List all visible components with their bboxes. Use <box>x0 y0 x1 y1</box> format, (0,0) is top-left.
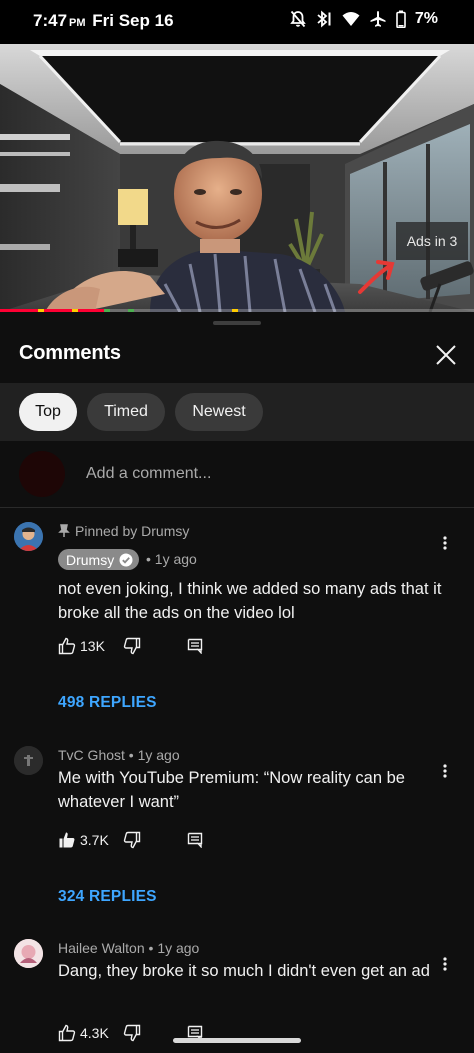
gesture-nav-bar[interactable] <box>173 1038 301 1043</box>
panel-title: Comments <box>19 342 121 364</box>
comment-item: TvC Ghost • 1y ago Me with YouTube Premi… <box>0 742 474 912</box>
status-time: 7:47 <box>33 11 68 30</box>
reply-comment-icon <box>187 832 203 848</box>
video-frame <box>0 44 474 312</box>
video-player[interactable]: Ads in 3 <box>0 44 474 312</box>
battery-icon <box>396 10 406 28</box>
status-clock: 7:47 PM Fri Sep 16 <box>33 11 174 31</box>
thumbs-up-icon <box>58 1024 76 1042</box>
comments-panel: Comments Top Timed Newest Add a comment.… <box>0 312 474 1053</box>
comment-item: Hailee Walton • 1y ago Dang, they broke … <box>0 935 474 1053</box>
avatar[interactable] <box>14 746 43 775</box>
like-button[interactable]: 3.7K <box>58 831 109 849</box>
reply-button[interactable] <box>187 832 203 848</box>
status-icons: 7% <box>290 10 438 28</box>
add-comment-row[interactable]: Add a comment... <box>0 441 474 508</box>
author-chip[interactable]: Drumsy <box>58 549 140 570</box>
battery-percent: 7% <box>414 10 438 27</box>
dislike-button[interactable] <box>123 1024 141 1042</box>
thumbs-up-icon <box>58 637 76 655</box>
like-count: 4.3K <box>80 1025 109 1041</box>
reply-button[interactable] <box>187 638 203 654</box>
avatar-drumsy-image <box>14 522 43 551</box>
thumbs-up-filled-icon <box>59 832 75 848</box>
close-button[interactable] <box>431 340 461 370</box>
avatar <box>19 451 65 497</box>
thumbs-down-icon <box>123 1024 141 1042</box>
status-ampm: PM <box>69 17 86 29</box>
like-button[interactable]: 4.3K <box>58 1024 109 1042</box>
like-count: 3.7K <box>80 832 109 848</box>
pin-icon <box>58 524 70 537</box>
add-comment-input[interactable]: Add a comment... <box>86 465 211 483</box>
comment-text: Dang, they broke it so much I didn't eve… <box>58 962 430 980</box>
status-bar: 7:47 PM Fri Sep 16 7% <box>0 0 474 44</box>
airplane-icon <box>369 10 387 28</box>
comment-author-line: Hailee Walton • 1y ago <box>58 940 200 956</box>
dislike-button[interactable] <box>123 831 141 849</box>
comment-actions: 3.7K <box>58 831 203 849</box>
drag-handle[interactable] <box>213 321 261 325</box>
avatar-hailee-walton-image <box>14 939 43 968</box>
ads-countdown-badge: Ads in 3 <box>396 222 468 260</box>
wifi-icon <box>342 11 360 27</box>
avatar[interactable] <box>14 522 43 551</box>
reply-comment-icon <box>187 638 203 654</box>
filter-chip-top[interactable]: Top <box>19 393 77 431</box>
more-vertical-icon <box>443 536 447 550</box>
bluetooth-icon <box>315 10 333 28</box>
avatar-tvc-ghost-image <box>14 746 43 775</box>
avatar[interactable] <box>14 939 43 968</box>
sort-filter-bar: Top Timed Newest <box>0 383 474 441</box>
dislike-button[interactable] <box>123 637 141 655</box>
close-icon <box>436 345 456 365</box>
thumbs-down-icon <box>123 637 141 655</box>
thumbs-down-icon <box>123 831 141 849</box>
bell-off-icon <box>290 10 306 28</box>
more-options-button[interactable] <box>437 532 453 554</box>
pinned-label: Pinned by Drumsy <box>58 523 189 539</box>
like-button[interactable]: 13K <box>58 637 105 655</box>
comment-item: Pinned by Drumsy Drumsy • 1y ago not eve… <box>0 518 474 711</box>
status-date: Fri Sep 16 <box>92 11 174 30</box>
comment-author-line: TvC Ghost • 1y ago <box>58 747 180 763</box>
view-replies-link[interactable]: 498 REPLIES <box>58 694 157 712</box>
comment-text: not even joking, I think we added so man… <box>58 580 442 622</box>
comment-actions: 13K <box>58 637 203 655</box>
like-count: 13K <box>80 638 105 654</box>
pinned-text: Pinned by Drumsy <box>75 523 190 539</box>
filter-chip-newest[interactable]: Newest <box>175 393 263 431</box>
view-replies-link[interactable]: 324 REPLIES <box>58 888 157 906</box>
verified-check-icon <box>119 553 133 566</box>
comment-author: Drumsy <box>66 551 115 568</box>
comment-text: Me with YouTube Premium: “Now reality ca… <box>58 769 405 811</box>
comment-age: • 1y ago <box>146 551 197 567</box>
filter-chip-timed[interactable]: Timed <box>87 393 165 431</box>
